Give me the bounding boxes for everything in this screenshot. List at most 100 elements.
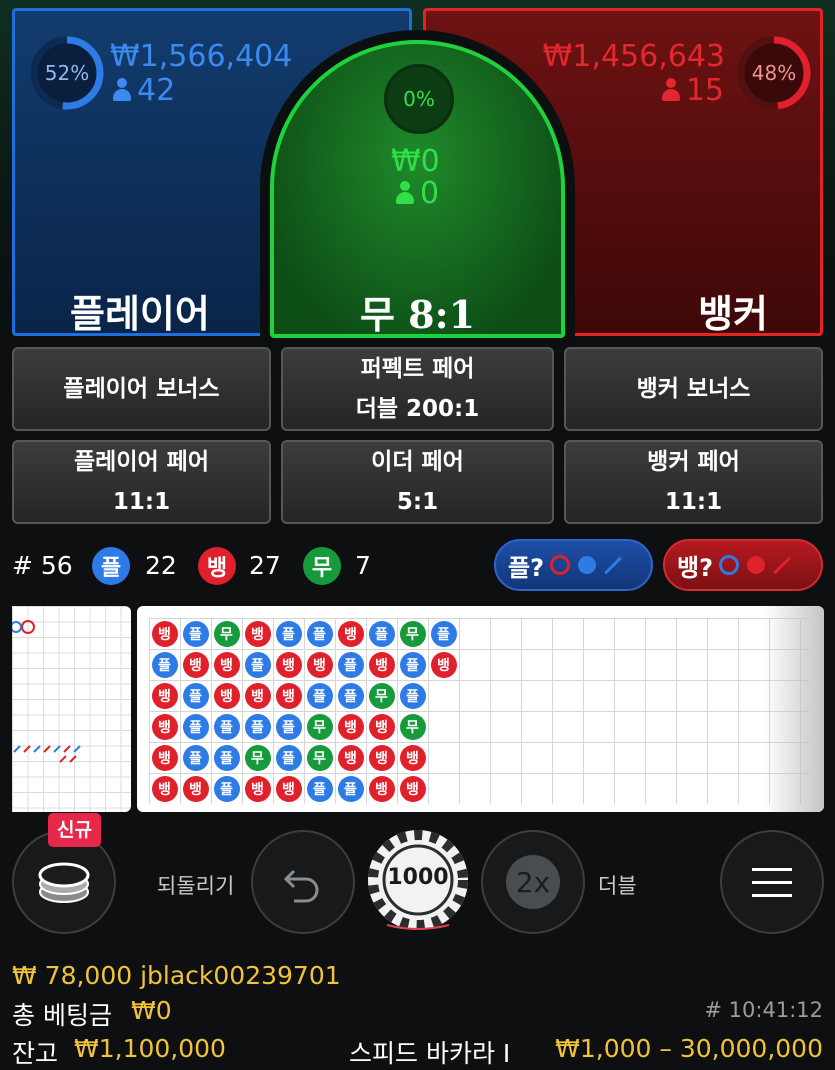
chip-value: 1000 <box>387 865 449 890</box>
tie-label: 무 8:1 <box>359 292 476 337</box>
tie-percent-ring: 0% <box>384 64 454 134</box>
player-percent-text: 52% <box>44 61 90 85</box>
player-count: 42 <box>137 73 176 108</box>
banker-label: 뱅커 <box>698 292 768 336</box>
undo-label: 되돌리기 <box>157 874 235 898</box>
player-pair-button[interactable]: 플레이어 페어 11:1 <box>12 440 271 524</box>
bead: 뱅 <box>306 651 333 678</box>
side-bet-label: 이더 페어 <box>371 449 464 475</box>
bead: 뱅 <box>430 651 457 678</box>
bead: 플 <box>430 620 457 647</box>
bead: 무 <box>244 744 271 771</box>
tie-amount: ₩0 <box>391 144 440 179</box>
player-stat-badge: 플 <box>92 547 130 585</box>
bead: 뱅 <box>275 651 302 678</box>
bead: 플 <box>306 682 333 709</box>
bead: 뱅 <box>368 651 395 678</box>
player-bonus-button[interactable]: 플레이어 보너스 <box>12 347 271 431</box>
bead: 무 <box>399 620 426 647</box>
bead: 뱅 <box>275 775 302 802</box>
player-count-row: 42 <box>113 73 175 108</box>
bead: 플 <box>213 744 240 771</box>
player-ask-label: 플? <box>508 553 545 582</box>
bead: 플 <box>275 620 302 647</box>
bead: 뱅 <box>151 713 178 740</box>
bead: 뱅 <box>368 713 395 740</box>
bead: 뱅 <box>244 620 271 647</box>
bead: 무 <box>399 713 426 740</box>
big-eye-icon <box>550 555 571 575</box>
banker-bonus-button[interactable]: 뱅커 보너스 <box>564 347 823 431</box>
balance-value: ₩1,100,000 <box>74 1034 226 1063</box>
banker-stat-badge: 뱅 <box>198 547 236 585</box>
bet-limits: ₩1,000 – 30,000,000 <box>555 1034 823 1063</box>
player-ask-button[interactable]: 플? <box>494 539 653 591</box>
bead: 뱅 <box>368 775 395 802</box>
bead: 뱅 <box>182 651 209 678</box>
bead: 플 <box>399 651 426 678</box>
bead: 뱅 <box>337 713 364 740</box>
side-bet-label: 뱅커 페어 <box>647 449 740 475</box>
banker-ask-label: 뱅? <box>677 553 714 582</box>
bead: 플 <box>306 620 333 647</box>
derived-road-panel <box>12 606 131 812</box>
new-badge: 신규 <box>48 813 101 847</box>
small-road-icon <box>578 556 597 574</box>
round-number: # 56 <box>12 551 73 580</box>
banker-count-row: 15 <box>661 73 724 108</box>
game-time: # 10:41:12 <box>704 998 823 1022</box>
banker-percent-ring: 48% <box>736 35 812 111</box>
bead: 뱅 <box>182 775 209 802</box>
undo-button[interactable] <box>251 830 355 934</box>
perfect-pair-button[interactable]: 퍼펙트 페어 더블 200:1 <box>281 347 554 431</box>
player-stat-count: 22 <box>145 551 177 580</box>
banker-percent-text: 48% <box>751 61 797 85</box>
undo-icon <box>283 869 319 903</box>
bead: 플 <box>182 744 209 771</box>
bead: 플 <box>275 744 302 771</box>
bead: 무 <box>213 620 240 647</box>
either-pair-button[interactable]: 이더 페어 5:1 <box>281 440 554 524</box>
player-label: 플레이어 <box>70 292 210 336</box>
total-bet-label: 총 베팅금 <box>12 1001 112 1030</box>
chip-selector[interactable]: 1000 <box>367 829 469 937</box>
double-button[interactable]: 2x <box>481 830 585 934</box>
bead: 무 <box>306 713 333 740</box>
player-percent-ring: 52% <box>29 35 105 111</box>
menu-button[interactable] <box>720 830 824 934</box>
small-road-icon <box>747 556 766 574</box>
game-name: 스피드 바카라 I <box>349 1039 511 1068</box>
side-bet-odds: 11:1 <box>112 489 171 515</box>
total-bet-value: ₩0 <box>131 996 172 1025</box>
side-bet-odds: 더블 200:1 <box>355 396 480 422</box>
banker-pair-button[interactable]: 뱅커 페어 11:1 <box>564 440 823 524</box>
side-bet-label: 뱅커 보너스 <box>636 376 751 402</box>
bead: 플 <box>213 713 240 740</box>
banker-count: 15 <box>685 73 724 108</box>
bead: 뱅 <box>368 744 395 771</box>
side-bet-label: 플레이어 페어 <box>74 449 209 475</box>
bead: 플 <box>182 682 209 709</box>
person-icon <box>113 78 131 102</box>
bead: 플 <box>182 713 209 740</box>
bead: 뱅 <box>244 775 271 802</box>
banker-ask-button[interactable]: 뱅? <box>663 539 823 591</box>
tie-percent-text: 0% <box>403 87 435 111</box>
bead: 뱅 <box>151 744 178 771</box>
bead: 뱅 <box>244 682 271 709</box>
tie-count: 0 <box>420 176 440 211</box>
bead: 무 <box>368 682 395 709</box>
bead: 플 <box>306 775 333 802</box>
bead: 플 <box>244 651 271 678</box>
bead: 플 <box>337 651 364 678</box>
tie-bet-zone[interactable]: 0% ₩0 0 무 8:1 <box>270 40 565 338</box>
bead: 플 <box>244 713 271 740</box>
balance-label: 잔고 <box>12 1039 59 1068</box>
bead: 플 <box>337 682 364 709</box>
side-bet-label: 퍼펙트 페어 <box>360 356 475 382</box>
bead: 뱅 <box>399 775 426 802</box>
bead: 플 <box>368 620 395 647</box>
person-icon <box>396 181 414 205</box>
bead: 뱅 <box>399 744 426 771</box>
banker-stat-count: 27 <box>249 551 281 580</box>
